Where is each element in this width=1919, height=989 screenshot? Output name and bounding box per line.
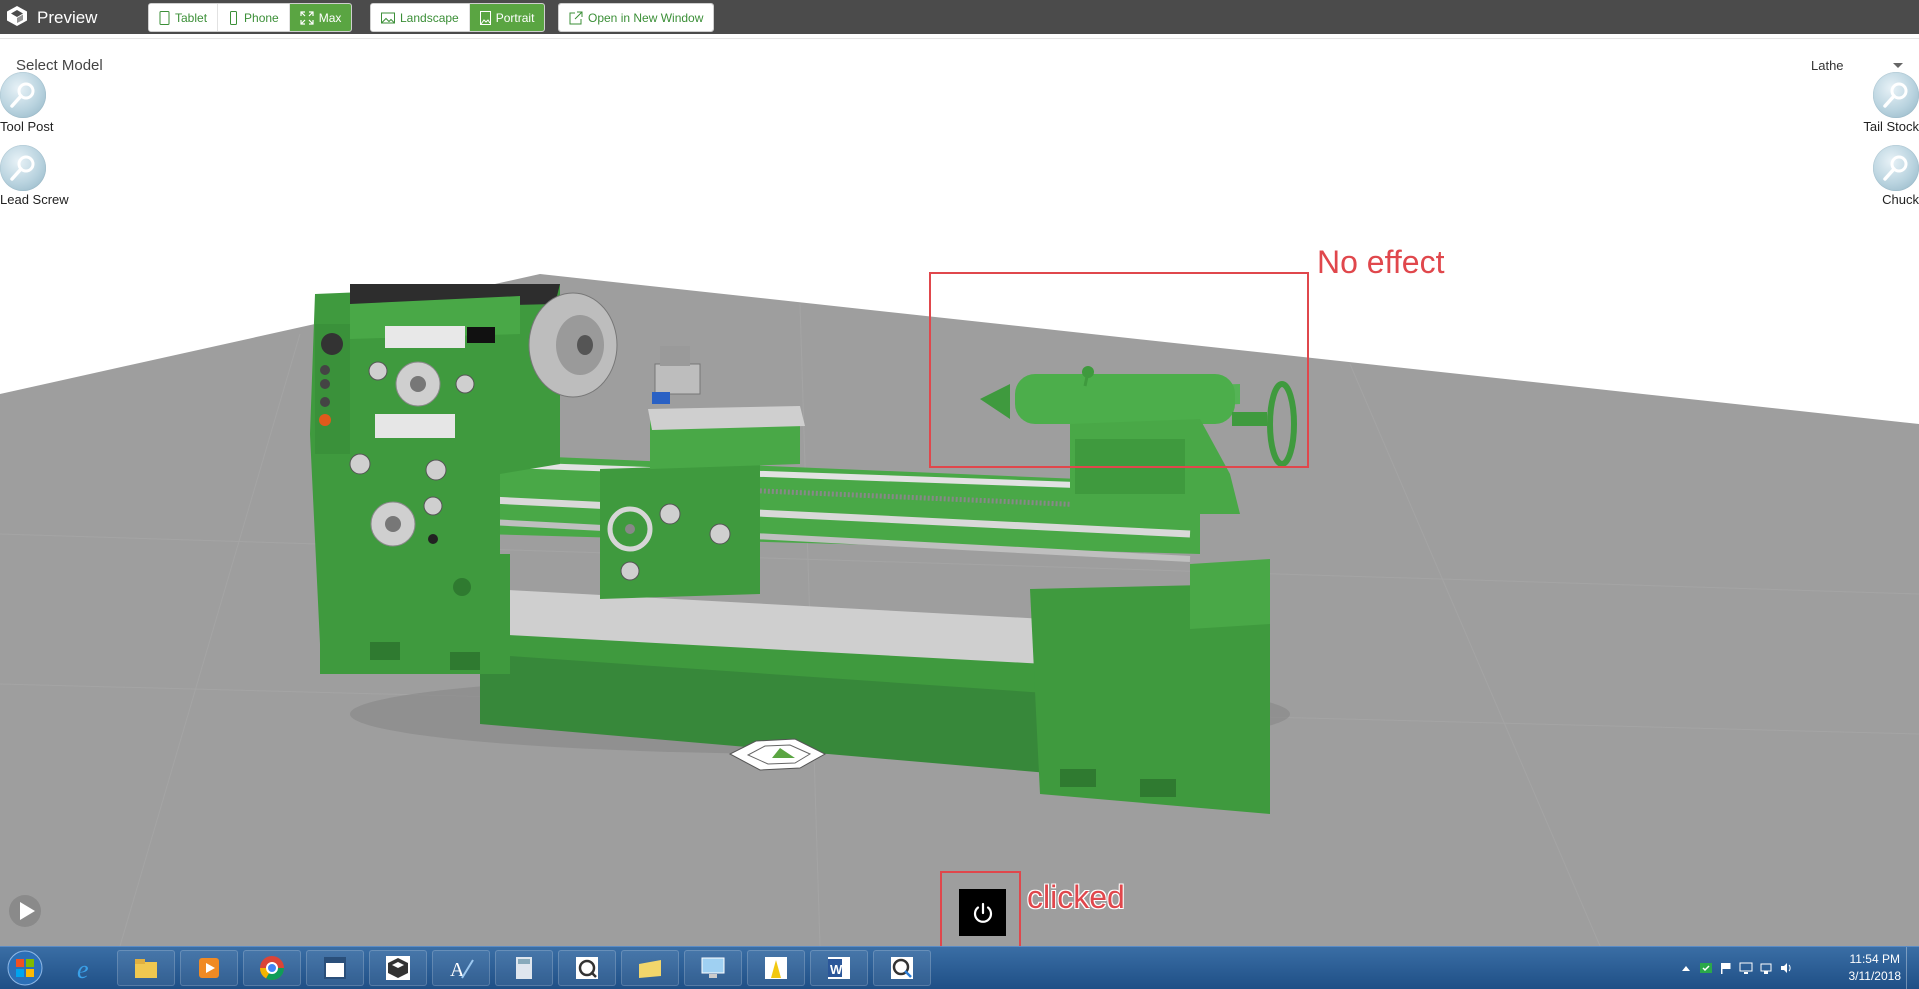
taskbar-qlik[interactable]	[558, 950, 616, 986]
taskbar-vuforia-studio[interactable]	[369, 950, 427, 986]
vuforia-studio-icon	[386, 956, 410, 980]
check-shield-icon[interactable]	[1699, 961, 1713, 975]
folder-icon	[639, 960, 661, 978]
system-clock[interactable]: 11:54 PM 3/11/2018	[1849, 951, 1902, 985]
display-icon[interactable]	[1739, 961, 1753, 975]
preview-toolbar: Preview Tablet Phone Max Landscape Portr…	[0, 0, 1919, 34]
taskbar-file-explorer[interactable]	[117, 950, 175, 986]
system-tray: 11:54 PM 3/11/2018	[1679, 947, 1919, 989]
tablet-button[interactable]: Tablet	[149, 4, 219, 31]
annotation-box-tailstock	[929, 272, 1309, 468]
internet-explorer-icon: e	[77, 955, 89, 982]
word-icon: W	[828, 957, 850, 979]
hotspot-label: Lead Screw	[0, 192, 69, 207]
remote-desktop-icon	[701, 957, 725, 978]
play-button[interactable]	[8, 894, 42, 928]
annotation-box-power	[940, 871, 1021, 946]
calculator-icon	[516, 957, 532, 979]
start-button[interactable]	[2, 949, 48, 987]
file-explorer-icon	[135, 959, 157, 978]
hotspot-label: Tool Post	[0, 119, 54, 134]
taskbar-media-player[interactable]	[180, 950, 238, 986]
magnifier-icon	[0, 72, 46, 118]
taskbar-word[interactable]: W	[810, 950, 868, 986]
model-dropdown-value: Lathe	[1811, 58, 1844, 73]
hotspot-lead-screw[interactable]: Lead Screw	[0, 145, 90, 207]
svg-text:W: W	[830, 962, 843, 977]
window-icon	[324, 957, 346, 979]
phone-button[interactable]: Phone	[218, 4, 290, 31]
hotspot-tool-post[interactable]: Tool Post	[0, 72, 90, 134]
phone-icon	[230, 10, 238, 25]
orientation-group: Landscape Portrait	[370, 3, 546, 32]
hotspot-label: Tail Stock	[1863, 119, 1919, 134]
powerbi-icon	[765, 957, 787, 979]
app-title: Preview	[37, 8, 98, 27]
magnifier-icon	[0, 145, 46, 191]
clock-date: 3/11/2018	[1848, 969, 1902, 983]
clock-time: 11:54 PM	[1849, 952, 1900, 966]
device-size-group: Tablet Phone Max	[148, 3, 353, 32]
taskbar-folder[interactable]	[621, 950, 679, 986]
tablet-icon	[159, 10, 170, 25]
annotation-no-effect: No effect	[1317, 244, 1445, 280]
svg-text:e: e	[77, 955, 89, 982]
taskbar-internet-explorer[interactable]: e	[58, 950, 116, 986]
taskbar-calculator[interactable]	[495, 950, 553, 986]
open-new-window-inner: Open in New Window	[559, 4, 714, 31]
chevron-down-icon	[1893, 63, 1903, 68]
maximize-icon	[300, 10, 314, 25]
media-player-icon	[199, 958, 219, 978]
preview-canvas[interactable]: Select Model Lathe Tool Post Lead Screw …	[0, 34, 1919, 946]
text-editor-icon: A	[450, 959, 474, 981]
hotspot-label: Chuck	[1882, 192, 1919, 207]
show-desktop-button[interactable]	[1906, 947, 1919, 989]
app-logo-icon	[7, 6, 27, 26]
taskbar-remote-desktop[interactable]	[684, 950, 742, 986]
chrome-icon	[260, 956, 284, 981]
external-link-icon	[569, 11, 583, 24]
taskbar-chrome[interactable]	[243, 950, 301, 986]
network-icon[interactable]	[1759, 961, 1773, 975]
max-button[interactable]: Max	[289, 4, 352, 31]
flag-icon[interactable]	[1719, 961, 1733, 975]
volume-icon[interactable]	[1779, 961, 1793, 975]
taskbar-window[interactable]	[306, 950, 364, 986]
windows-taskbar: e A W 11:54 PM 3/11/2018	[0, 946, 1919, 989]
hotspot-tail-stock[interactable]: Tail Stock	[1829, 72, 1919, 134]
hotspot-chuck[interactable]: Chuck	[1829, 145, 1919, 207]
chevron-up-icon[interactable]	[1679, 961, 1693, 975]
magnifier-icon	[1873, 72, 1919, 118]
annotation-clicked: clicked	[1027, 879, 1125, 915]
portrait-button[interactable]: Portrait	[469, 4, 545, 31]
scene-3d-view	[0, 274, 1919, 946]
landscape-button[interactable]: Landscape	[371, 4, 470, 31]
taskbar-text-editor[interactable]: A	[432, 950, 490, 986]
open-new-window-button[interactable]: Open in New Window	[558, 3, 715, 32]
taskbar-qlik-view[interactable]	[873, 950, 931, 986]
qlik-view-icon	[891, 957, 913, 979]
qlik-icon	[576, 957, 598, 979]
magnifier-icon	[1873, 145, 1919, 191]
taskbar-powerbi[interactable]	[747, 950, 805, 986]
landscape-icon	[381, 12, 395, 23]
portrait-icon	[479, 10, 491, 25]
